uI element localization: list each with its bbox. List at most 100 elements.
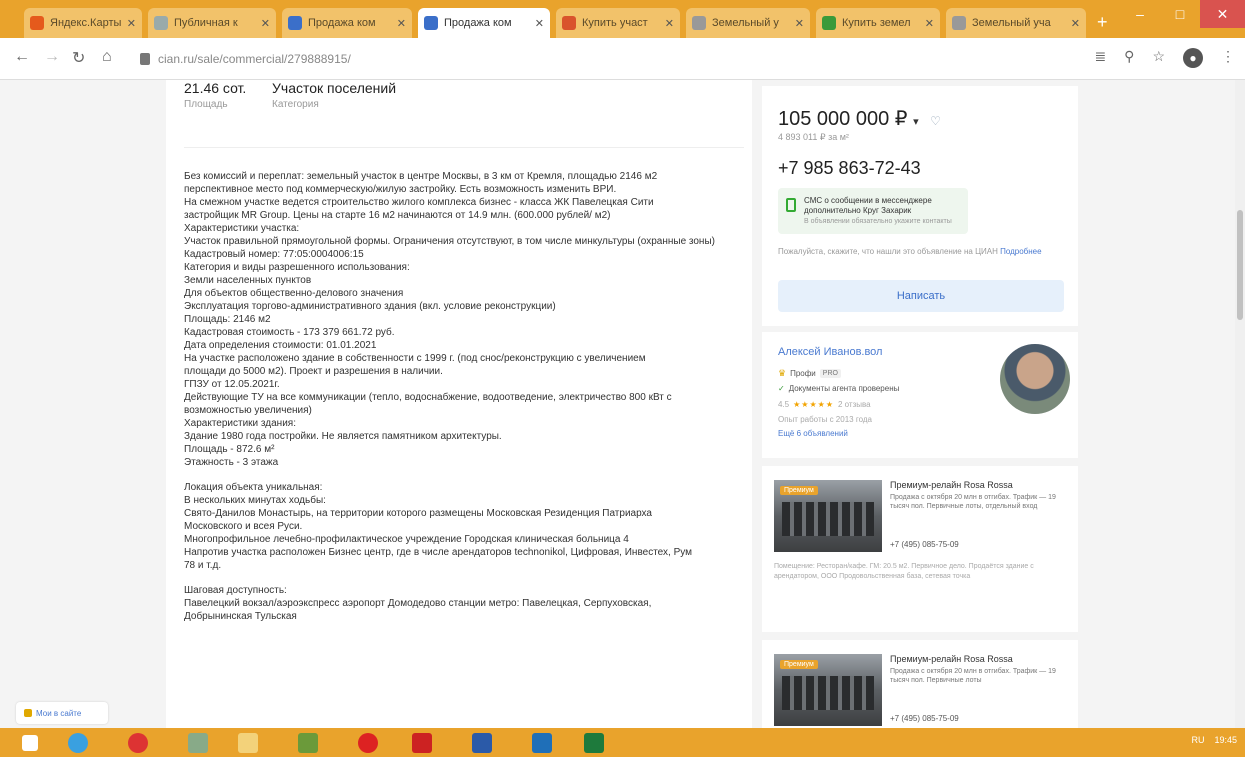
description-line: Действующие ТУ на все коммуникации (тепл… — [184, 392, 672, 403]
similar-listing-card[interactable]: Премиум Премиум-релайн Rosa Rossa Продаж… — [762, 640, 1078, 728]
language-indicator[interactable]: RU — [1191, 735, 1204, 745]
profile-avatar-icon[interactable]: ● — [1183, 48, 1203, 68]
fact-label: Категория — [272, 99, 319, 110]
description-line: Характеристики участка: — [184, 223, 300, 234]
description-line: Этажность - 3 этажа — [184, 457, 279, 468]
agent-name[interactable]: Алексей Иванов.вол — [778, 346, 882, 358]
chat-widget-button[interactable]: Мои в сайте — [16, 702, 108, 724]
favorite-heart-icon[interactable]: ♡ — [930, 114, 941, 128]
system-tray: RU 19:45 — [1191, 735, 1237, 745]
tab-close-icon[interactable]: ✕ — [397, 17, 406, 30]
new-tab-button[interactable]: + — [1097, 12, 1108, 33]
browser-tab[interactable]: Купить земел ✕ — [816, 8, 940, 38]
fact-area: 21.46 сот. Площадь — [184, 80, 246, 110]
windows-logo-icon — [22, 735, 38, 751]
maximize-button[interactable]: □ — [1160, 0, 1200, 28]
browser-tab-active[interactable]: Продажа ком ✕ — [418, 8, 550, 38]
listing-title[interactable]: Премиум-релайн Rosa Rossa — [890, 654, 1013, 664]
agent-all-listings-link[interactable]: Ещё 6 объявлений — [778, 429, 848, 438]
taskbar-app[interactable] — [288, 731, 328, 755]
description-line: Многопрофильное лечебно-профилактическое… — [184, 534, 629, 545]
browser-tab[interactable]: Публичная к ✕ — [148, 8, 276, 38]
browser-tab[interactable]: Купить участ ✕ — [556, 8, 680, 38]
listing-title[interactable]: Премиум-релайн Rosa Rossa — [890, 480, 1013, 490]
chat-label: Мои в сайте — [36, 708, 82, 718]
listing-thumbnail[interactable]: Премиум — [774, 480, 882, 552]
similar-listing-card[interactable]: Премиум Премиум-релайн Rosa Rossa Продаж… — [762, 466, 1078, 632]
agent-reviews-link[interactable]: 2 отзыва — [838, 400, 871, 409]
reload-icon[interactable]: ↻ — [72, 48, 85, 68]
browser-tab[interactable]: Продажа ком ✕ — [282, 8, 412, 38]
tab-close-icon[interactable]: ✕ — [261, 17, 270, 30]
taskbar-outlook[interactable] — [522, 731, 562, 755]
browser-tab[interactable]: Земельный у ✕ — [686, 8, 810, 38]
description-line: площади до 5000 м2). Проект и разрешения… — [184, 366, 443, 377]
outlook-icon — [532, 733, 552, 753]
tab-close-icon[interactable]: ✕ — [665, 17, 674, 30]
minimize-button[interactable]: – — [1120, 0, 1160, 28]
taskbar-word[interactable] — [462, 731, 502, 755]
taskbar-opera[interactable] — [348, 731, 388, 755]
agent-docs-row: ✓ Документы агента проверены — [778, 384, 899, 393]
description-line: Дата определения стоимости: 01.01.2021 — [184, 340, 377, 351]
contact-note-link[interactable]: Подробнее — [1000, 247, 1042, 256]
clock[interactable]: 19:45 — [1214, 735, 1237, 745]
fact-category: Участок поселений Категория — [272, 80, 396, 110]
pdf-icon — [412, 733, 432, 753]
start-button[interactable] — [10, 731, 50, 755]
tab-title: Купить земел — [842, 17, 911, 29]
zoom-icon[interactable]: ⚲ — [1124, 48, 1134, 68]
windows-taskbar: RU 19:45 — [0, 728, 1245, 757]
description-line: возможностью увеличения) — [184, 405, 312, 416]
scrollbar-thumb[interactable] — [1237, 210, 1243, 320]
url-field[interactable]: cian.ru/sale/commercial/279888915/ — [140, 47, 1080, 71]
taskbar-ie[interactable] — [58, 731, 98, 755]
forward-arrow-icon[interactable]: → — [44, 48, 60, 66]
description-line: застройщик МR Group. Цены на старте 16 м… — [184, 210, 611, 221]
browser-tab[interactable]: Земельный уча ✕ — [946, 8, 1086, 38]
tab-favicon-icon — [424, 16, 438, 30]
description-line: Кадастровый номер: 77:05:0004006:15 — [184, 249, 364, 260]
home-icon[interactable]: ⌂ — [102, 48, 112, 66]
price-dropdown-icon[interactable]: ▾ — [913, 116, 919, 128]
menu-kebab-icon[interactable]: ⋮ — [1221, 48, 1235, 68]
tab-favicon-icon — [154, 16, 168, 30]
contact-note-text: Пожалуйста, скажите, что нашли это объяв… — [778, 247, 998, 256]
taskbar-chrome[interactable] — [118, 731, 158, 755]
pro-badge-icon: ♛ — [778, 368, 787, 378]
tab-close-icon[interactable]: ✕ — [127, 17, 136, 30]
tab-close-icon[interactable]: ✕ — [535, 17, 544, 30]
translate-icon[interactable]: ≣ — [1094, 48, 1106, 68]
taskbar-pdf[interactable] — [402, 731, 442, 755]
page-scrollbar[interactable] — [1235, 80, 1245, 728]
listing-main-panel: 21.46 сот. Площадь Участок поселений Кат… — [166, 80, 752, 728]
tab-title: Продажа ком — [308, 17, 376, 29]
phone-number[interactable]: +7 985 863-72-43 — [778, 158, 921, 179]
tab-title: Публичная к — [174, 17, 238, 29]
listing-snippet: Помещение: Ресторан/кафе. ГМ: 20.5 м2. П… — [774, 563, 1034, 580]
taskbar-settings[interactable] — [178, 731, 218, 755]
listing-phone[interactable]: +7 (495) 085-75-09 — [890, 714, 959, 723]
listing-phone[interactable]: +7 (495) 085-75-09 — [890, 540, 959, 549]
description-line: 78 и т.д. — [184, 560, 222, 571]
building-image — [782, 676, 874, 710]
description-line: Площадь: 2146 м2 — [184, 314, 271, 325]
tab-close-icon[interactable]: ✕ — [1071, 17, 1080, 30]
description-line: ГПЗУ от 12.05.2021г. — [184, 379, 280, 390]
close-window-button[interactable]: ✕ — [1200, 0, 1245, 28]
browser-tab[interactable]: Яндекс.Карты ✕ — [24, 8, 142, 38]
listing-thumbnail[interactable]: Премиум — [774, 654, 882, 726]
tab-close-icon[interactable]: ✕ — [925, 17, 934, 30]
bookmark-star-icon[interactable]: ☆ — [1152, 48, 1165, 68]
url-text[interactable]: cian.ru/sale/commercial/279888915/ — [158, 52, 351, 66]
price-per-meter: 4 893 011 ₽ за м² — [778, 132, 849, 142]
tab-close-icon[interactable]: ✕ — [795, 17, 804, 30]
rating-stars-icon: ★★★★★ — [793, 400, 834, 409]
taskbar-explorer[interactable] — [228, 731, 268, 755]
write-message-button[interactable]: Написать — [778, 280, 1064, 312]
taskbar-excel[interactable] — [574, 731, 614, 755]
agent-avatar[interactable] — [1000, 344, 1070, 414]
description-line: Эксплуатация торгово-административного з… — [184, 301, 556, 312]
back-arrow-icon[interactable]: ← — [14, 48, 30, 66]
chat-icon — [24, 709, 32, 717]
